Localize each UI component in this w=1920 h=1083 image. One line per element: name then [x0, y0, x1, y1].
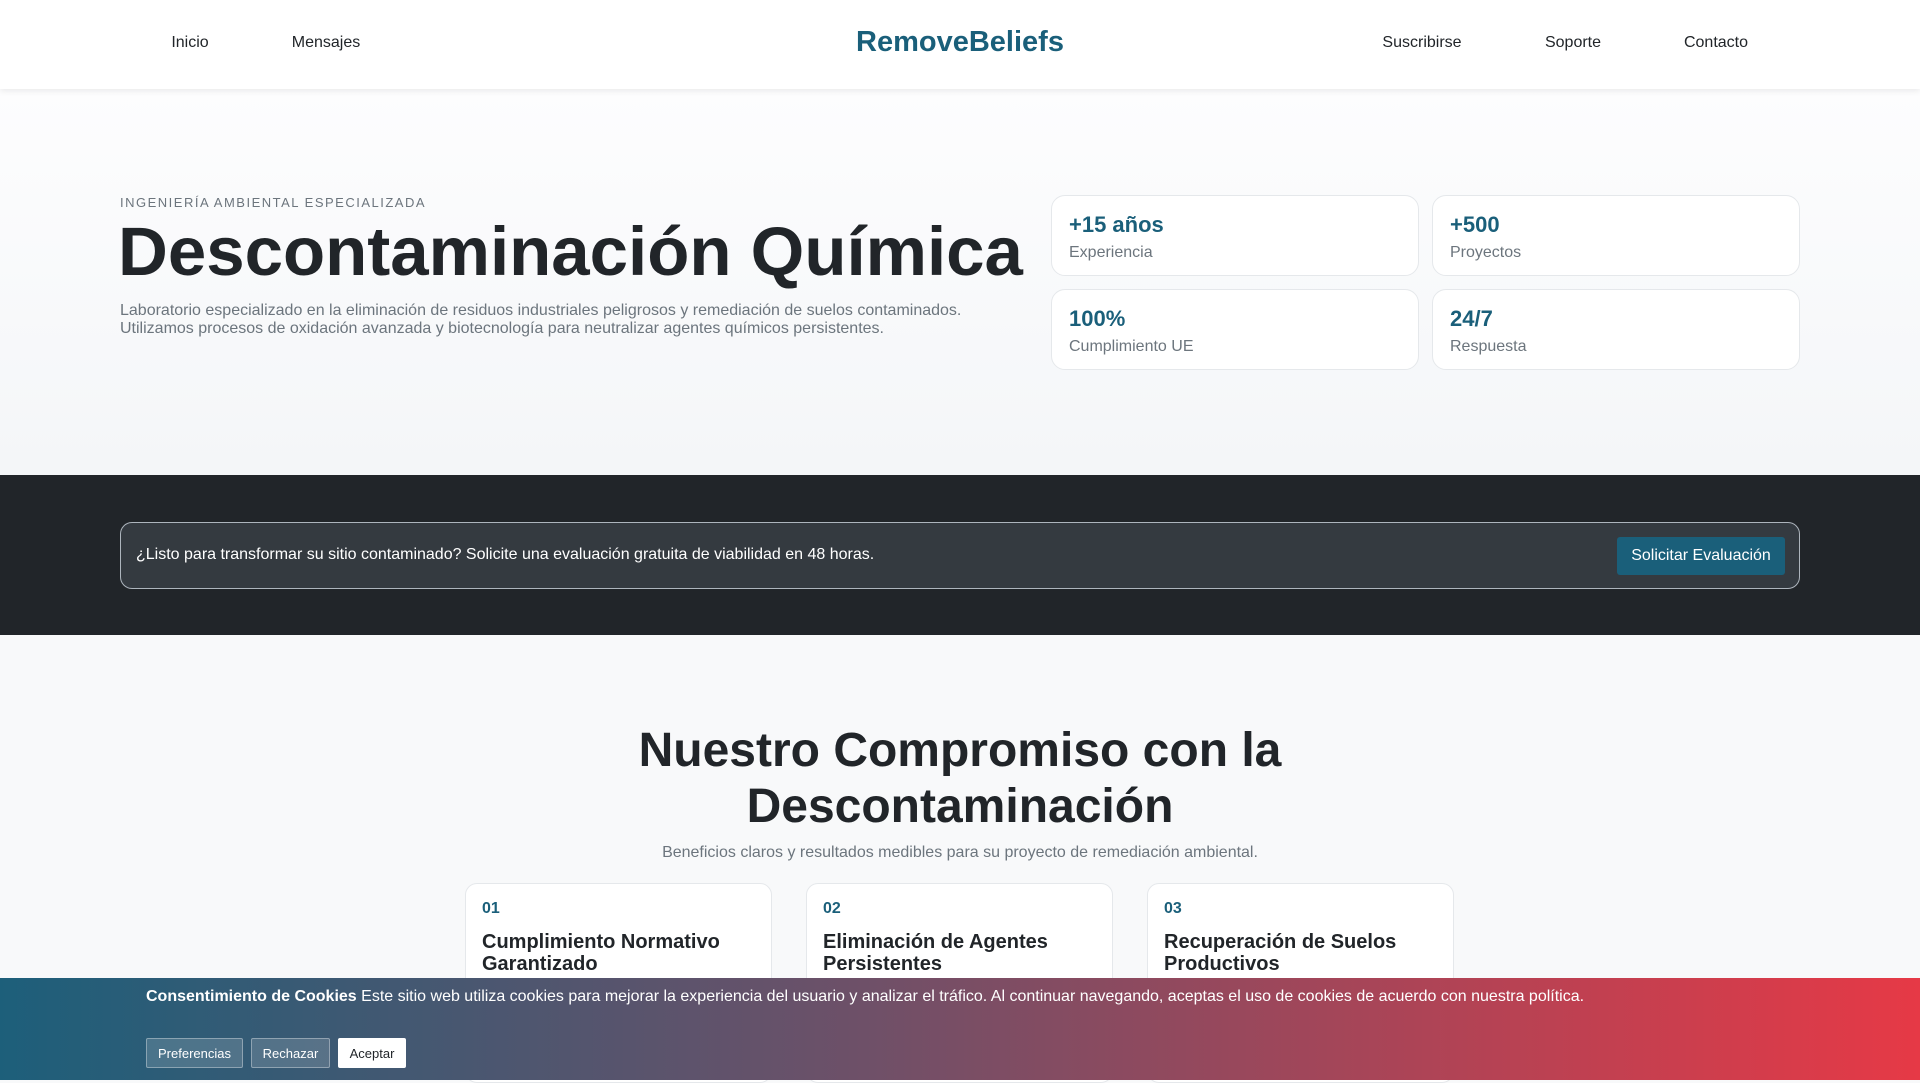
- nav-soporte[interactable]: Soporte: [1545, 34, 1601, 52]
- card-number: 02: [823, 900, 841, 917]
- card-title: Recuperación de Suelos Productivos: [1164, 931, 1397, 975]
- stat-card: +500 Proyectos: [1432, 195, 1800, 276]
- logo[interactable]: RemoveBeliefs: [856, 26, 1064, 59]
- cookie-title: Consentimiento de Cookies: [146, 988, 357, 1005]
- section-subtitle: Beneficios claros y resultados medibles …: [662, 844, 1258, 861]
- top-nav: Inicio Mensajes RemoveBeliefs Suscribirs…: [0, 0, 1920, 89]
- cta-text: ¿Listo para transformar su sitio contami…: [136, 546, 875, 563]
- card-number: 01: [482, 900, 500, 917]
- cookie-banner: Consentimiento de Cookies Este sitio web…: [0, 978, 1920, 1080]
- stat-label: Respuesta: [1450, 338, 1527, 355]
- cookie-preferences-button[interactable]: Preferencias: [146, 1038, 243, 1068]
- stat-card: 24/7 Respuesta: [1432, 289, 1800, 370]
- card-number: 03: [1164, 900, 1182, 917]
- stat-card: +15 años Experiencia: [1051, 195, 1419, 276]
- cta-box: ¿Listo para transformar su sitio contami…: [120, 522, 1800, 589]
- cta-band: ¿Listo para transformar su sitio contami…: [0, 475, 1920, 635]
- cookie-message: Consentimiento de Cookies Este sitio web…: [146, 988, 1584, 1006]
- card-title: Eliminación de Agentes Persistentes: [823, 931, 1048, 975]
- stat-value: 100%: [1069, 306, 1126, 331]
- card-title: Cumplimiento Normativo Garantizado: [482, 931, 720, 975]
- stat-value: 24/7: [1450, 306, 1493, 331]
- cookie-text: Este sitio web utiliza cookies para mejo…: [356, 988, 1585, 1005]
- hero-title: Descontaminación Química: [118, 213, 1023, 290]
- stat-label: Proyectos: [1450, 244, 1522, 261]
- nav-inicio[interactable]: Inicio: [171, 34, 208, 52]
- hero-eyebrow: INGENIERÍA AMBIENTAL ESPECIALIZADA: [120, 195, 427, 210]
- stat-value: +15 años: [1069, 212, 1164, 237]
- nav-mensajes[interactable]: Mensajes: [292, 34, 360, 52]
- hero-lead: Laboratorio especializado en la eliminac…: [120, 302, 962, 337]
- stat-label: Cumplimiento UE: [1069, 338, 1194, 355]
- request-evaluation-button[interactable]: Solicitar Evaluación: [1617, 537, 1785, 575]
- stat-value: +500: [1450, 212, 1500, 237]
- cookie-reject-button[interactable]: Rechazar: [251, 1038, 330, 1068]
- stat-card: 100% Cumplimiento UE: [1051, 289, 1419, 370]
- section-title: Nuestro Compromiso con la Descontaminaci…: [638, 724, 1282, 833]
- cookie-accept-button[interactable]: Aceptar: [338, 1038, 406, 1068]
- nav-contacto[interactable]: Contacto: [1684, 34, 1748, 52]
- nav-suscribirse[interactable]: Suscribirse: [1382, 34, 1461, 52]
- stat-label: Experiencia: [1069, 244, 1153, 261]
